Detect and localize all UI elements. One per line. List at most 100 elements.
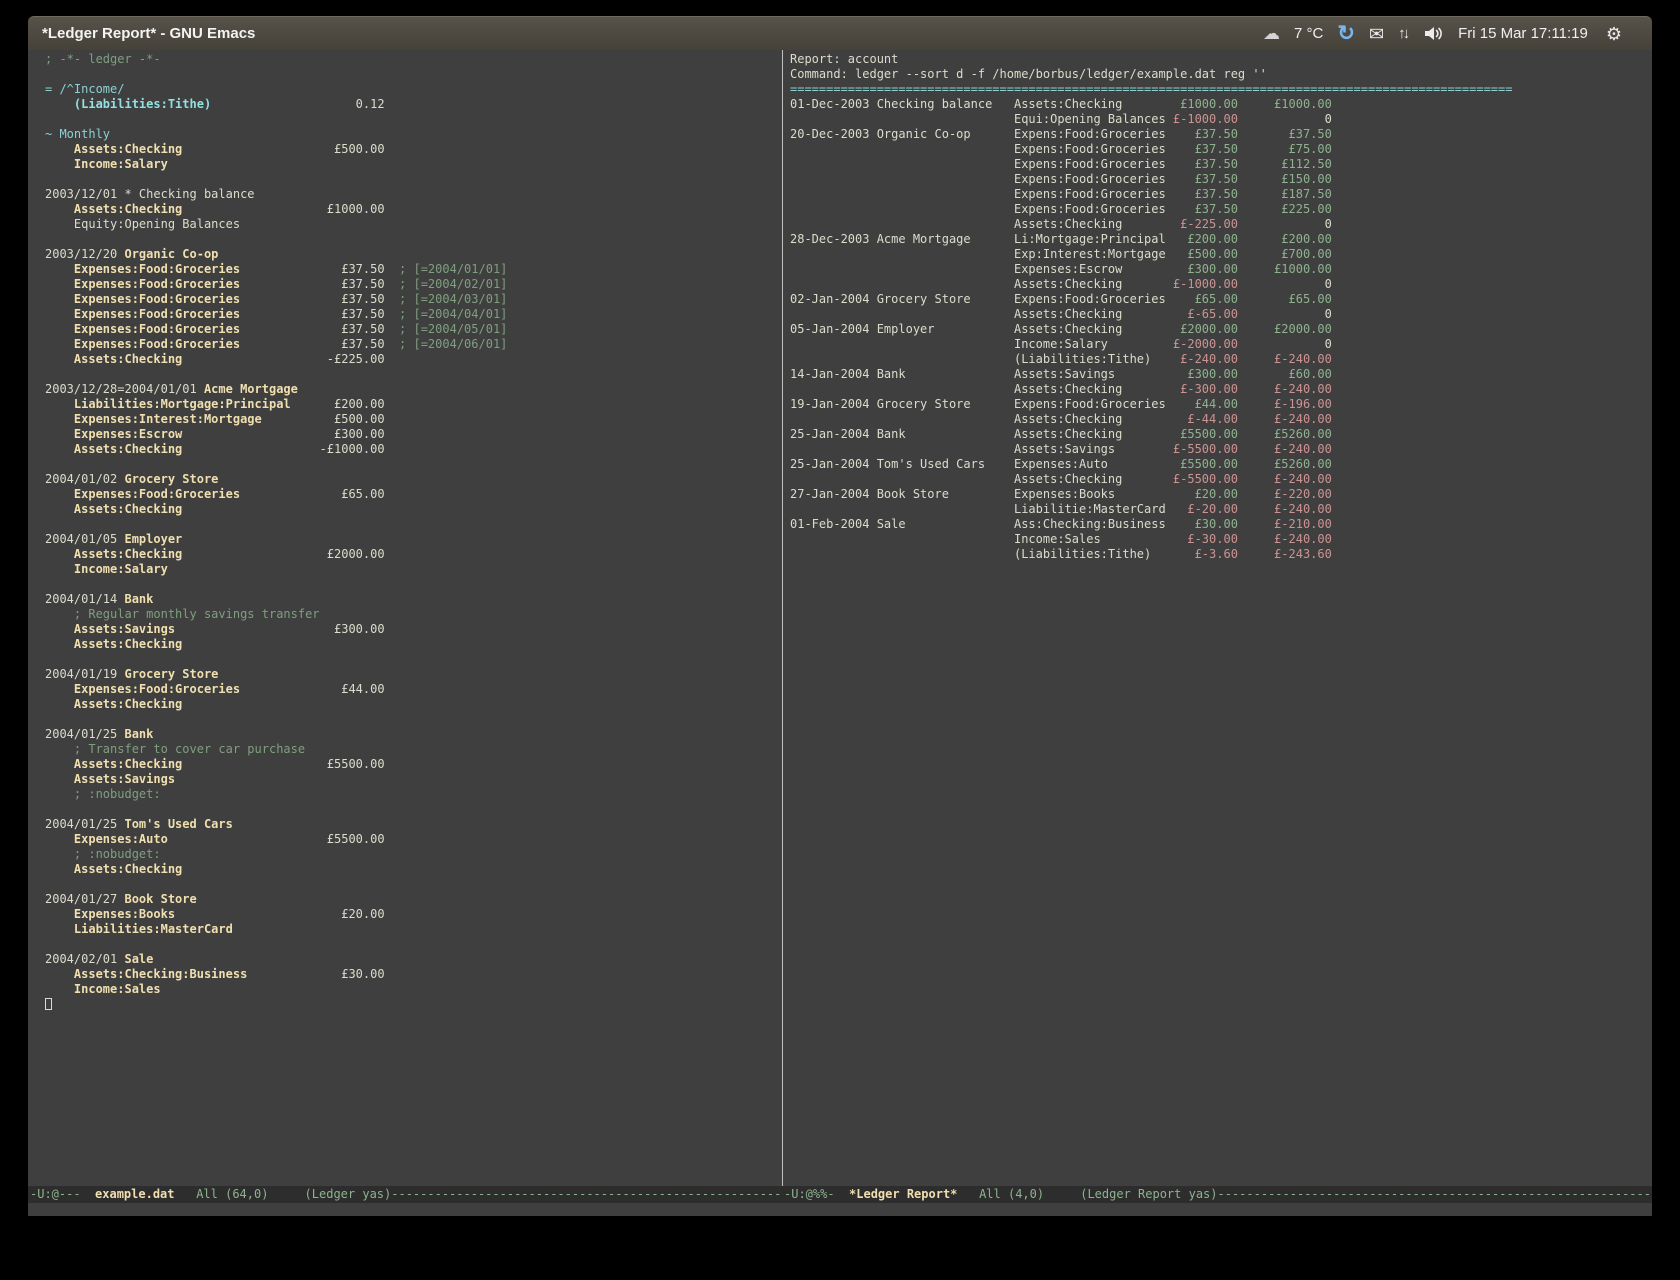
buffer-line: Assets:Checking £500.00 [45, 142, 782, 157]
buffer-line [45, 577, 782, 592]
buffer-line: 2004/01/05 Employer [45, 532, 782, 547]
buffer-line: Expenses:Escrow £300.00 [45, 427, 782, 442]
buffer-line: (Liabilities:Tithe) 0.12 [45, 97, 782, 112]
buffer-line: 2004/02/01 Sale [45, 952, 782, 967]
buffer-line: Assets:Savings [45, 772, 782, 787]
modeline-right[interactable]: -U:@%%- *Ledger Report* All (4,0) (Ledge… [782, 1186, 1652, 1203]
buffer-line: 2004/01/14 Bank [45, 592, 782, 607]
buffer-line: Assets:Checking [45, 637, 782, 652]
buffer-line [45, 367, 782, 382]
buffer-line [45, 712, 782, 727]
report-header-line: Report: account [790, 52, 1652, 67]
report-row: Income:Sales £-30.00 £-240.00 [790, 532, 1652, 547]
buffer-window-ledger-file[interactable]: ; -*- ledger -*- = /^Income/ (Liabilities… [28, 50, 782, 1186]
report-row: 01-Dec-2003 Checking balance Assets:Chec… [790, 97, 1652, 112]
window-titlebar[interactable]: *Ledger Report* - GNU Emacs ☁ 7 °C ↻ ✉ ↑… [28, 16, 1652, 50]
buffer-line [45, 67, 782, 82]
mail-icon[interactable]: ✉ [1369, 25, 1384, 43]
report-row: 14-Jan-2004 Bank Assets:Savings £300.00 … [790, 367, 1652, 382]
buffer-line: Assets:Checking -£225.00 [45, 352, 782, 367]
buffer-line: Expenses:Interest:Mortgage £500.00 [45, 412, 782, 427]
buffer-line: 2003/12/01 * Checking balance [45, 187, 782, 202]
buffer-line: Income:Salary [45, 157, 782, 172]
report-row: Expens:Food:Groceries £37.50 £225.00 [790, 202, 1652, 217]
buffer-line: ; :nobudget: [45, 787, 782, 802]
buffer-line [45, 877, 782, 892]
report-row: (Liabilities:Tithe) £-3.60 £-243.60 [790, 547, 1652, 562]
buffer-line: = /^Income/ [45, 82, 782, 97]
buffer-line: Expenses:Food:Groceries £37.50 ; [=2004/… [45, 292, 782, 307]
buffer-line: Assets:Checking [45, 697, 782, 712]
buffer-line: Expenses:Food:Groceries £44.00 [45, 682, 782, 697]
buffer-line: Expenses:Food:Groceries £37.50 ; [=2004/… [45, 262, 782, 277]
buffer-window-ledger-report[interactable]: Report: accountCommand: ledger --sort d … [783, 50, 1652, 1186]
buffer-line: Assets:Checking £2000.00 [45, 547, 782, 562]
buffer-line: 2004/01/19 Grocery Store [45, 667, 782, 682]
buffer-line: Expenses:Food:Groceries £37.50 ; [=2004/… [45, 322, 782, 337]
report-row: Assets:Checking £-300.00 £-240.00 [790, 382, 1652, 397]
buffer-line [45, 112, 782, 127]
buffer-line: Assets:Savings £300.00 [45, 622, 782, 637]
buffer-line [45, 802, 782, 817]
buffer-line: 2004/01/25 Bank [45, 727, 782, 742]
report-row: Expens:Food:Groceries £37.50 £112.50 [790, 157, 1652, 172]
buffer-line: 2003/12/20 Organic Co-op [45, 247, 782, 262]
buffer-line: Assets:Checking:Business £30.00 [45, 967, 782, 982]
buffer-line: Liabilities:MasterCard [45, 922, 782, 937]
buffer-line: ; Regular monthly savings transfer [45, 607, 782, 622]
buffer-line: ; -*- ledger -*- [45, 52, 782, 67]
network-arrows-icon[interactable]: ↑↓ [1398, 26, 1410, 41]
report-separator: ========================================… [790, 82, 1652, 97]
buffer-line: Income:Salary [45, 562, 782, 577]
buffer-line [45, 457, 782, 472]
report-row: 28-Dec-2003 Acme Mortgage Li:Mortgage:Pr… [790, 232, 1652, 247]
echo-area[interactable] [28, 1203, 1652, 1216]
buffer-line [45, 937, 782, 952]
buffer-line: Expenses:Food:Groceries £65.00 [45, 487, 782, 502]
report-row: Expenses:Escrow £300.00 £1000.00 [790, 262, 1652, 277]
weather-icon[interactable]: ☁ [1263, 25, 1280, 42]
buffer-line: Liabilities:Mortgage:Principal £200.00 [45, 397, 782, 412]
refresh-icon[interactable]: ↻ [1337, 23, 1355, 44]
buffer-line: Equity:Opening Balances [45, 217, 782, 232]
buffer-line: 2004/01/25 Tom's Used Cars [45, 817, 782, 832]
text-cursor [45, 998, 52, 1010]
report-row: Assets:Checking £-65.00 0 [790, 307, 1652, 322]
buffer-line [45, 172, 782, 187]
report-row: Assets:Checking £-44.00 £-240.00 [790, 412, 1652, 427]
modeline-left[interactable]: -U:@--- example.dat All (64,0) (Ledger y… [28, 1186, 782, 1203]
buffer-line: Assets:Checking £1000.00 [45, 202, 782, 217]
window-split: ; -*- ledger -*- = /^Income/ (Liabilities… [28, 50, 1652, 1186]
emacs-frame: *Ledger Report* - GNU Emacs ☁ 7 °C ↻ ✉ ↑… [28, 16, 1652, 1216]
buffer-line: Expenses:Food:Groceries £37.50 ; [=2004/… [45, 277, 782, 292]
settings-gear-icon[interactable]: ⚙ [1606, 25, 1622, 43]
report-row: Equi:Opening Balances £-1000.00 0 [790, 112, 1652, 127]
report-row: 25-Jan-2004 Tom's Used Cars Expenses:Aut… [790, 457, 1652, 472]
buffer-line: Assets:Checking -£1000.00 [45, 442, 782, 457]
report-row: Liabilitie:MasterCard £-20.00 £-240.00 [790, 502, 1652, 517]
report-row: Assets:Checking £-5500.00 £-240.00 [790, 472, 1652, 487]
report-row: 02-Jan-2004 Grocery Store Expens:Food:Gr… [790, 292, 1652, 307]
buffer-line: 2004/01/02 Grocery Store [45, 472, 782, 487]
report-row: 01-Feb-2004 Sale Ass:Checking:Business £… [790, 517, 1652, 532]
volume-icon[interactable] [1424, 26, 1444, 41]
buffer-line: Expenses:Food:Groceries £37.50 ; [=2004/… [45, 307, 782, 322]
buffer-line: Income:Sales [45, 982, 782, 997]
report-row: 27-Jan-2004 Book Store Expenses:Books £2… [790, 487, 1652, 502]
buffer-line: Assets:Checking [45, 502, 782, 517]
report-row: (Liabilities:Tithe) £-240.00 £-240.00 [790, 352, 1652, 367]
report-row: Expens:Food:Groceries £37.50 £187.50 [790, 187, 1652, 202]
report-row: 19-Jan-2004 Grocery Store Expens:Food:Gr… [790, 397, 1652, 412]
buffer-line: 2004/01/27 Book Store [45, 892, 782, 907]
buffer-line: Expenses:Books £20.00 [45, 907, 782, 922]
report-row: Assets:Checking £-225.00 0 [790, 217, 1652, 232]
report-row: 20-Dec-2003 Organic Co-op Expens:Food:Gr… [790, 127, 1652, 142]
clock: Fri 15 Mar 17:11:19 [1458, 25, 1588, 42]
buffer-line [45, 997, 782, 1012]
buffer-line: ; :nobudget: [45, 847, 782, 862]
window-title: *Ledger Report* - GNU Emacs [42, 25, 255, 42]
buffer-line: Assets:Checking [45, 862, 782, 877]
buffer-line: Expenses:Food:Groceries £37.50 ; [=2004/… [45, 337, 782, 352]
buffer-line: Expenses:Auto £5500.00 [45, 832, 782, 847]
system-tray: ☁ 7 °C ↻ ✉ ↑↓ Fri 15 Mar 17:11:19 ⚙ [1263, 23, 1638, 44]
